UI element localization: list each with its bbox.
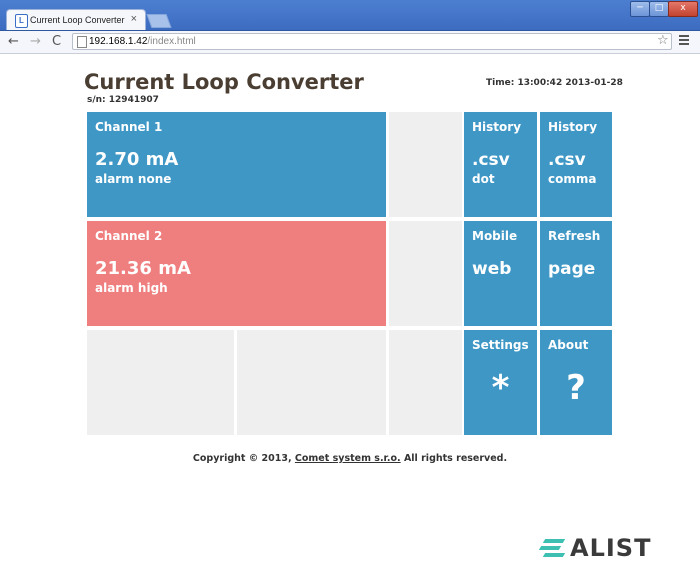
maximize-button[interactable]: □ <box>649 1 669 17</box>
about-tile[interactable]: About ? <box>540 330 612 435</box>
address-bar[interactable]: 192.168.1.42/index.html <box>72 33 672 50</box>
channel-1-label: Channel 1 <box>95 120 163 134</box>
browser-titlebar: L Current Loop Converter × ─ □ x <box>0 0 700 31</box>
tab-title: Current Loop Converter <box>30 15 125 25</box>
page-icon <box>77 36 87 48</box>
watermark-mark-icon <box>538 538 566 558</box>
reload-icon[interactable]: C <box>52 34 61 50</box>
channel-2-label: Channel 2 <box>95 229 163 243</box>
empty-tile <box>237 330 386 435</box>
url-path: /index.html <box>147 36 196 47</box>
empty-tile <box>389 330 462 435</box>
new-tab-button[interactable] <box>146 14 172 28</box>
url-text: 192.168.1.42/index.html <box>89 34 196 49</box>
refresh-page-tile[interactable]: Refresh page <box>540 221 612 326</box>
bookmark-star-icon[interactable]: ☆ <box>657 33 669 48</box>
copyright-text: Copyright © 2013, <box>192 453 292 464</box>
site-favicon-icon: L <box>15 14 28 28</box>
company-link[interactable]: Comet system s.r.o. <box>295 453 401 464</box>
refresh-label: Refresh <box>548 229 601 243</box>
channel-1-tile: Channel 1 2.70 mA alarm none <box>87 112 386 217</box>
watermark-text: ALIST <box>570 534 652 562</box>
history-comma-format: .csv <box>548 150 586 170</box>
settings-label: Settings <box>472 338 529 352</box>
history-comma-separator: comma <box>548 172 597 186</box>
history-dot-format: .csv <box>472 150 510 170</box>
asterisk-icon: * <box>491 368 510 408</box>
channel-2-value: 21.36 mA <box>95 258 191 279</box>
serial-number: s/n: 12941907 <box>87 95 159 105</box>
history-comma-label: History <box>548 120 598 134</box>
back-arrow-icon[interactable]: ← <box>8 34 19 50</box>
channel-2-alarm: alarm high <box>95 281 168 295</box>
browser-toolbar: ← → C 192.168.1.42/index.html <box>0 31 700 54</box>
mobile-label: Mobile <box>472 229 518 243</box>
channel-2-tile: Channel 2 21.36 mA alarm high <box>87 221 386 326</box>
watermark-logo: ALIST <box>538 534 651 562</box>
question-mark-icon: ? <box>566 368 586 408</box>
rights-text: All rights reserved. <box>403 453 508 464</box>
mobile-web-tile[interactable]: Mobile web <box>464 221 537 326</box>
empty-tile <box>389 112 462 217</box>
footer: Copyright © 2013, Comet system s.r.o. Al… <box>0 453 700 464</box>
history-csv-comma-tile[interactable]: History .csv comma <box>540 112 612 217</box>
history-csv-dot-tile[interactable]: History .csv dot <box>464 112 537 217</box>
minimize-button[interactable]: ─ <box>630 1 650 17</box>
url-host: 192.168.1.42 <box>89 36 148 47</box>
close-window-button[interactable]: x <box>668 1 698 17</box>
menu-icon[interactable] <box>679 35 689 47</box>
tab-close-icon[interactable]: × <box>131 13 137 25</box>
page-title: Current Loop Converter <box>84 70 364 94</box>
empty-tile <box>389 221 462 326</box>
refresh-page-text: page <box>548 259 596 279</box>
history-dot-label: History <box>472 120 522 134</box>
about-label: About <box>548 338 589 352</box>
forward-arrow-icon[interactable]: → <box>30 34 41 50</box>
current-time: Time: 13:00:42 2013-01-28 <box>486 78 623 88</box>
mobile-web-text: web <box>472 259 512 279</box>
channel-1-alarm: alarm none <box>95 172 172 186</box>
empty-tile <box>87 330 234 435</box>
channel-1-value: 2.70 mA <box>95 149 179 170</box>
browser-tab[interactable]: L Current Loop Converter × <box>6 9 146 30</box>
settings-tile[interactable]: Settings * <box>464 330 537 435</box>
history-dot-separator: dot <box>472 172 495 186</box>
